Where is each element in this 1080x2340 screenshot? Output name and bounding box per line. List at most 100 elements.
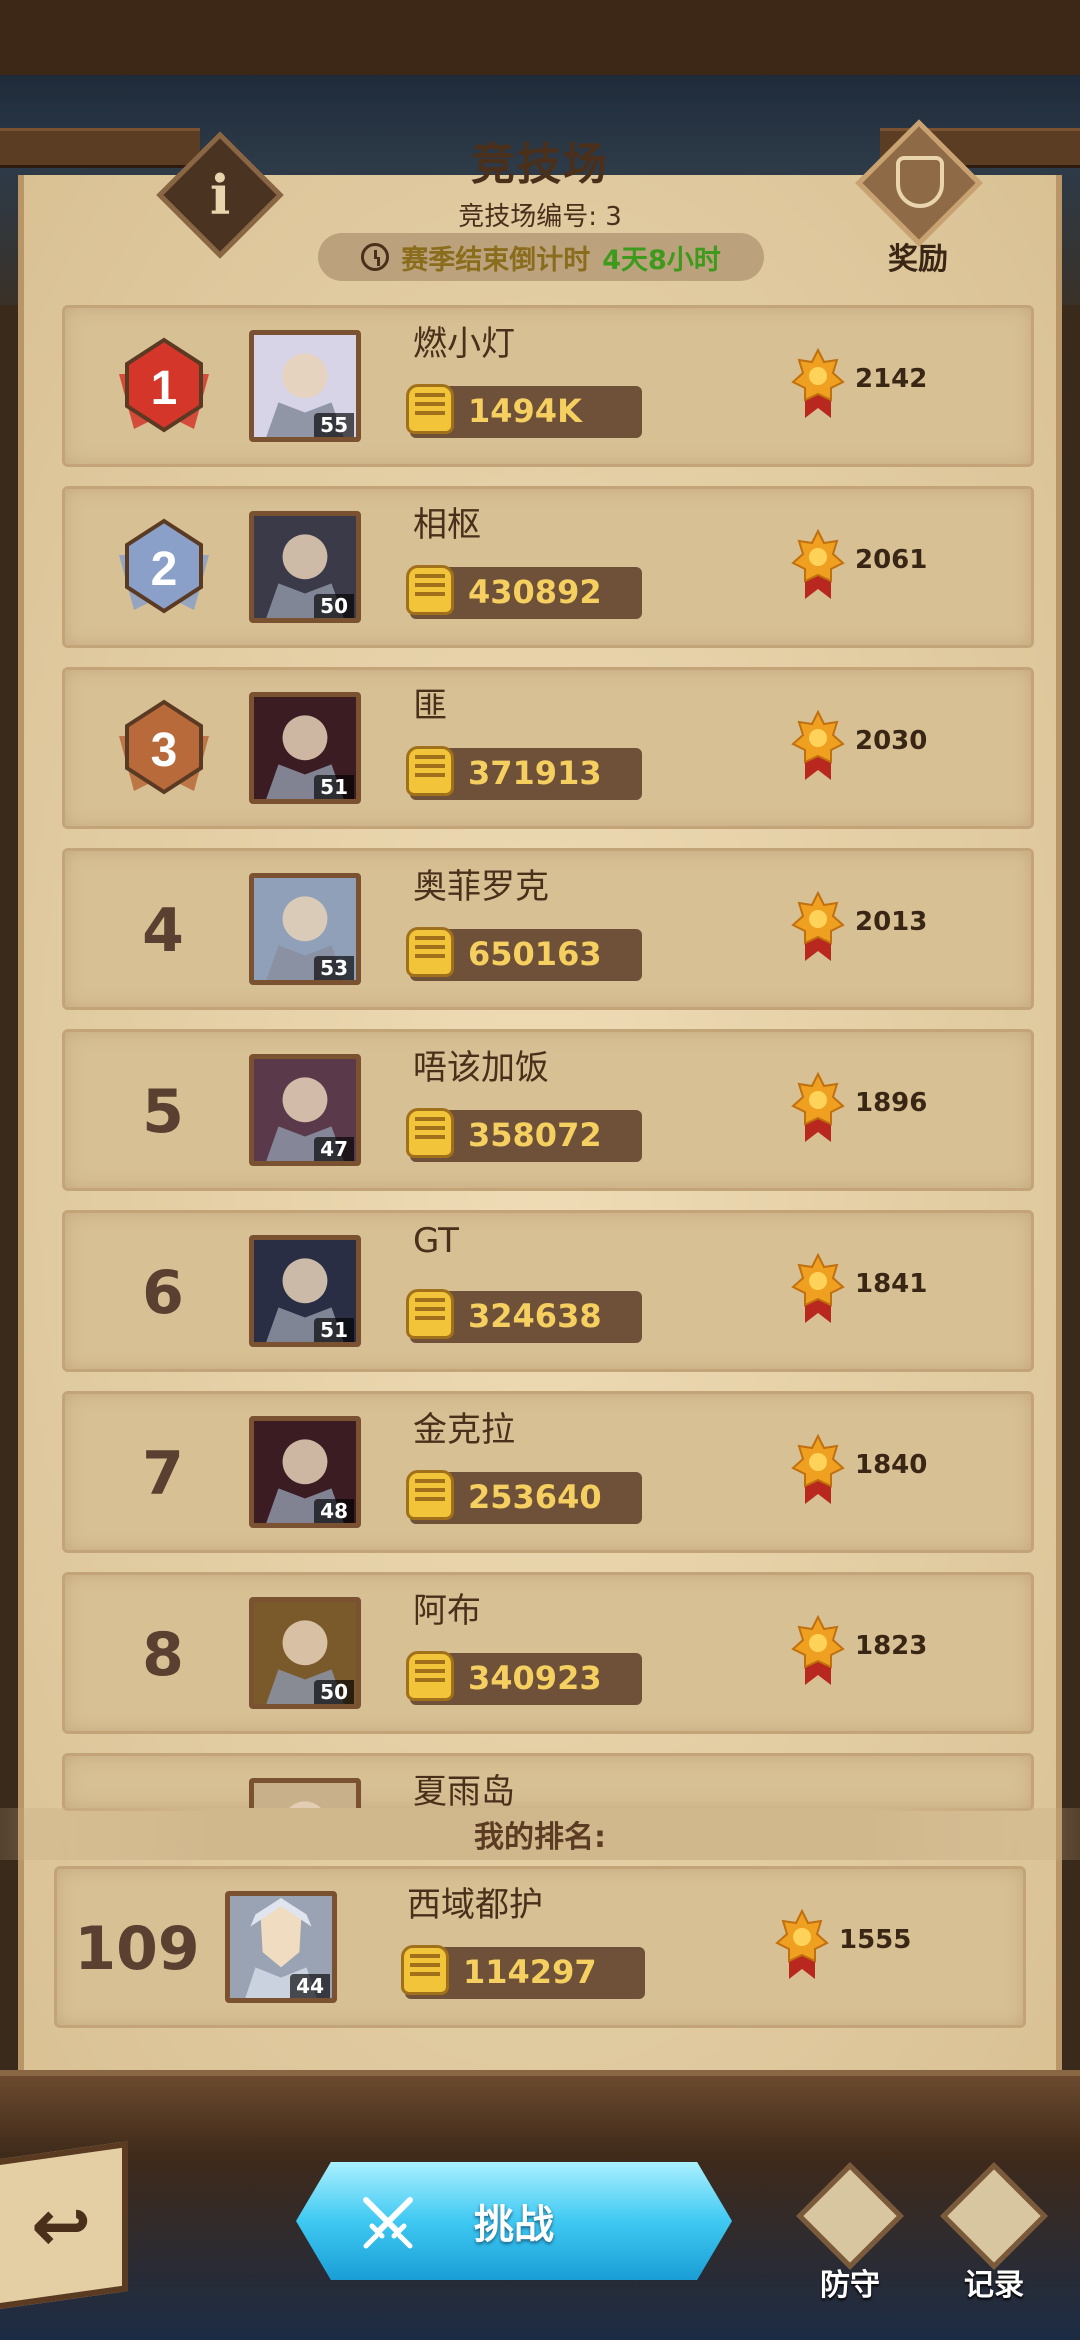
power-value: 650163 [468,935,602,973]
my-rank-divider: 我的排名: [0,1808,1080,1860]
rank-number: 109 [74,1914,200,1984]
avatar[interactable]: 48 [249,1416,361,1528]
rank-number: 8 [142,1620,184,1690]
medal-ribbon-icon [791,1253,845,1323]
hero-level: 55 [314,413,354,437]
medal-ribbon-icon [791,1615,845,1685]
arena-score: 2061 [855,545,928,575]
power-value: 114297 [463,1953,597,1991]
avatar[interactable]: 47 [249,1054,361,1166]
rank-number: 1 [151,362,178,415]
player-name: 唔该加饭 [413,1048,549,1088]
rank-number: 7 [142,1439,184,1509]
player-name: 奥菲罗克 [413,867,549,907]
power-value: 324638 [468,1297,602,1335]
medal-ribbon-icon [775,1909,829,1979]
arena-score: 1555 [839,1925,912,1955]
rank-number: 6 [142,1258,184,1328]
shield-icon [796,2162,904,2270]
power-bar: 114297 [401,1945,645,1999]
medal-ribbon-icon [791,710,845,780]
fist-icon [406,746,454,796]
rank-medal-icon: 1 [119,337,209,433]
rank-medal-icon: 2 [119,518,209,614]
ranking-row[interactable]: 3 51 匪 371913 2030 [62,667,1034,829]
ranking-row[interactable]: 1 55 燃小灯 1494K 2142 [62,305,1034,467]
header-plank-left [0,128,200,168]
record-button[interactable]: 记录 [934,2162,1054,2303]
ranking-row[interactable]: 2 50 相枢 430892 2061 [62,486,1034,648]
arena-score: 2030 [855,726,928,756]
medal-ribbon-icon [791,529,845,599]
avatar[interactable]: 51 [249,1235,361,1347]
ranking-row[interactable]: 9夏雨岛 [62,1753,1034,1811]
medal-ribbon-icon [791,891,845,961]
countdown-label: 赛季结束倒计时 [401,244,591,276]
reward-button[interactable]: 奖励 [855,119,983,277]
ranking-row[interactable]: 7 48 金克拉 253640 1840 [62,1391,1034,1553]
power-value: 1494K [468,392,582,430]
page-title: 竞技场 [471,139,609,190]
header: 竞技场 竞技场编号: 3 [330,128,750,233]
power-bar: 430892 [406,565,642,619]
hero-level: 51 [314,775,354,799]
avatar[interactable] [249,1778,361,1808]
arena-score: 2142 [855,364,928,394]
hero-level: 51 [314,1318,354,1342]
avatar[interactable]: 50 [249,1597,361,1709]
player-name: 金克拉 [413,1410,515,1450]
arena-number: 竞技场编号: 3 [458,202,622,232]
ranking-row[interactable]: 5 47 唔该加饭 358072 1896 [62,1029,1034,1191]
rank-number: 4 [142,896,184,966]
power-bar: 324638 [406,1289,642,1343]
arena-score: 2013 [855,907,928,937]
hero-level: 47 [314,1137,354,1161]
power-value: 358072 [468,1116,602,1154]
my-rank-row[interactable]: 109 44 西域都护 114297 1555 [54,1866,1026,2028]
rank-number: 5 [142,1077,184,1147]
medal-ribbon-icon [791,1072,845,1142]
medal-ribbon-icon [791,348,845,418]
fist-icon [406,1108,454,1158]
trophy-emblem-icon [896,156,944,208]
player-name: 西域都护 [407,1885,543,1925]
challenge-button[interactable]: 挑战 [296,2162,732,2280]
status-bar [0,0,1080,75]
avatar[interactable]: 51 [249,692,361,804]
info-icon: i [209,162,231,227]
fist-icon [401,1945,449,1995]
player-name: 相枢 [413,505,481,545]
fist-icon [406,1289,454,1339]
power-bar: 358072 [406,1108,642,1162]
power-bar: 650163 [406,927,642,981]
ranking-row[interactable]: 6 51 GT 324638 1841 [62,1210,1034,1372]
fist-icon [406,565,454,615]
back-button[interactable]: ↩ [0,2141,128,2309]
hero-level: 50 [314,1680,354,1704]
countdown-value: 4天8小时 [602,244,721,276]
hero-level: 53 [314,956,354,980]
ranking-row[interactable]: 8 50 阿布 340923 1823 [62,1572,1034,1734]
player-name: 匪 [413,686,447,726]
player-name: 阿布 [413,1591,481,1631]
arena-score: 1823 [855,1631,928,1661]
season-countdown: 赛季结束倒计时 4天8小时 [318,233,764,281]
arena-score: 1840 [855,1450,928,1480]
back-arrow-icon: ↩ [30,2183,92,2268]
avatar[interactable]: 44 [225,1891,337,2003]
clock-icon [361,243,390,271]
avatar[interactable]: 53 [249,873,361,985]
defense-button[interactable]: 防守 [790,2162,910,2303]
player-name: 燃小灯 [413,324,515,364]
challenge-label: 挑战 [474,2202,554,2248]
rank-number: 2 [151,543,178,596]
avatar[interactable]: 55 [249,330,361,442]
hero-level: 48 [314,1499,354,1523]
fist-icon [406,1470,454,1520]
power-value: 253640 [468,1478,602,1516]
avatar[interactable]: 50 [249,511,361,623]
power-value: 430892 [468,573,602,611]
record-label: 记录 [964,2268,1024,2303]
player-name: GT [413,1221,459,1261]
ranking-row[interactable]: 4 53 奥菲罗克 650163 2013 [62,848,1034,1010]
